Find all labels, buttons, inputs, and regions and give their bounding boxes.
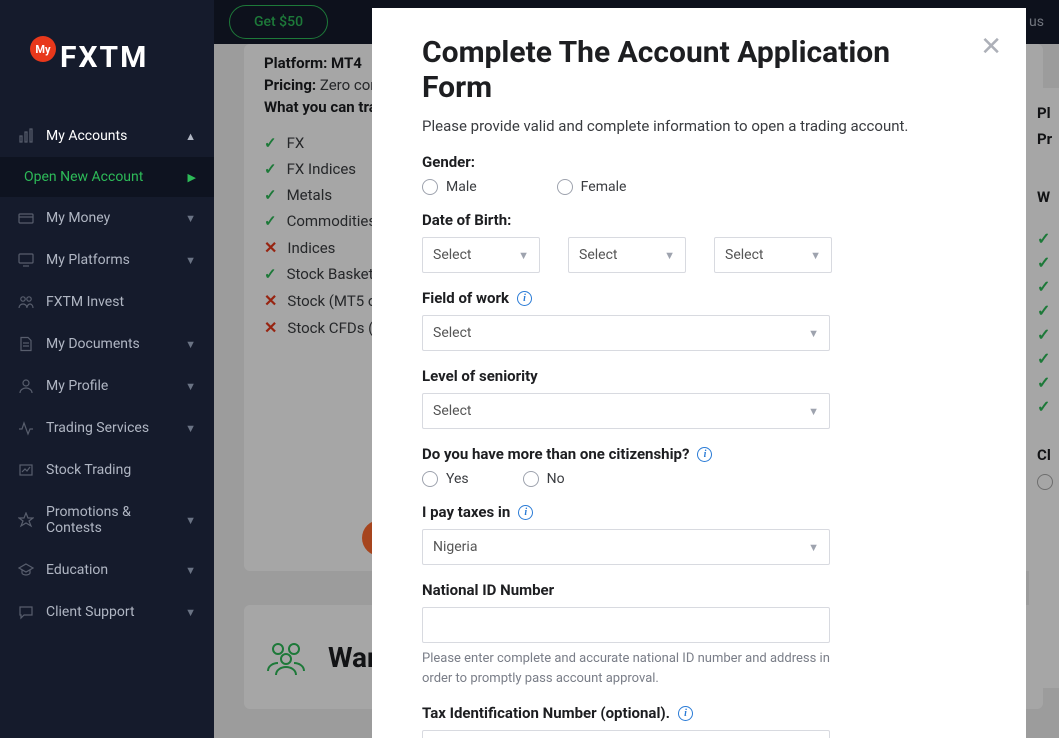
taxes-label: I pay taxes in i <box>422 503 976 521</box>
national-id-group: National ID Number Please enter complete… <box>422 581 976 688</box>
monitor-icon <box>18 252 34 268</box>
chevron-down-icon: ▼ <box>185 422 196 435</box>
modal-subtitle: Please provide valid and complete inform… <box>422 117 976 135</box>
sidebar-item-client-support[interactable]: Client Support ▼ <box>0 591 214 633</box>
sidebar-item-label: Stock Trading <box>46 462 131 478</box>
sidebar-item-label: FXTM Invest <box>46 294 124 310</box>
chevron-down-icon: ▼ <box>185 564 196 577</box>
field-of-work-select[interactable]: Select ▼ <box>422 315 830 351</box>
citizenship-no-radio[interactable]: No <box>523 471 565 487</box>
chevron-down-icon: ▼ <box>808 405 819 418</box>
dob-day-select[interactable]: Select ▼ <box>422 237 540 273</box>
dob-month-select[interactable]: Select ▼ <box>568 237 686 273</box>
star-icon <box>18 512 34 528</box>
sidebar-item-my-documents[interactable]: My Documents ▼ <box>0 323 214 365</box>
tin-group: Tax Identification Number (optional). i <box>422 704 976 738</box>
info-icon[interactable]: i <box>678 706 693 721</box>
info-icon[interactable]: i <box>518 505 533 520</box>
sidebar-item-label: My Money <box>46 210 110 226</box>
sidebar-item-label: My Accounts <box>46 128 127 144</box>
sidebar-item-trading-services[interactable]: Trading Services ▼ <box>0 407 214 449</box>
radio-icon <box>422 179 438 195</box>
sidebar-item-label: Client Support <box>46 604 135 620</box>
chevron-down-icon: ▼ <box>808 327 819 340</box>
sidebar-item-my-money[interactable]: My Money ▼ <box>0 197 214 239</box>
user-icon <box>18 378 34 394</box>
chat-icon <box>18 604 34 620</box>
chevron-down-icon: ▼ <box>810 249 821 262</box>
seniority-label: Level of seniority <box>422 367 976 385</box>
pulse-icon <box>18 420 34 436</box>
chevron-down-icon: ▼ <box>808 541 819 554</box>
tin-label: Tax Identification Number (optional). i <box>422 704 976 722</box>
dob-year-select[interactable]: Select ▼ <box>714 237 832 273</box>
chevron-down-icon: ▼ <box>185 514 196 527</box>
citizenship-group: Do you have more than one citizenship? i… <box>422 445 976 487</box>
info-icon[interactable]: i <box>697 447 712 462</box>
radio-icon <box>523 471 539 487</box>
logo-badge: My <box>30 36 56 62</box>
sidebar-item-label: Open New Account <box>24 169 143 185</box>
tin-input[interactable] <box>422 730 830 738</box>
logo: My FXTM <box>0 10 214 115</box>
stock-icon <box>18 462 34 478</box>
sidebar: My FXTM My Accounts ▲ Open New Account ▶… <box>0 0 214 738</box>
sidebar-item-open-new-account[interactable]: Open New Account ▶ <box>0 157 214 197</box>
document-icon <box>18 336 34 352</box>
chart-icon <box>18 128 34 144</box>
sidebar-item-label: My Documents <box>46 336 140 352</box>
chevron-down-icon: ▼ <box>185 212 196 225</box>
people-icon <box>18 294 34 310</box>
radio-icon <box>422 471 438 487</box>
national-id-label: National ID Number <box>422 581 976 599</box>
sidebar-item-label: Trading Services <box>46 420 149 436</box>
citizenship-label: Do you have more than one citizenship? i <box>422 445 976 463</box>
sidebar-item-label: My Profile <box>46 378 108 394</box>
chevron-down-icon: ▼ <box>185 380 196 393</box>
dob-group: Date of Birth: Select ▼ Select ▼ Select … <box>422 211 976 273</box>
national-id-input[interactable] <box>422 607 830 643</box>
chevron-down-icon: ▼ <box>185 254 196 267</box>
seniority-group: Level of seniority Select ▼ <box>422 367 976 429</box>
chevron-right-icon: ▶ <box>188 171 196 184</box>
citizenship-yes-radio[interactable]: Yes <box>422 471 469 487</box>
sidebar-item-label: My Platforms <box>46 252 130 268</box>
field-of-work-label: Field of work i <box>422 289 976 307</box>
sidebar-item-my-accounts[interactable]: My Accounts ▲ <box>0 115 214 157</box>
gender-label: Gender: <box>422 153 976 171</box>
sidebar-item-my-profile[interactable]: My Profile ▼ <box>0 365 214 407</box>
chevron-down-icon: ▼ <box>185 338 196 351</box>
taxes-group: I pay taxes in i Nigeria ▼ <box>422 503 976 565</box>
sidebar-item-label: Promotions & Contests <box>46 504 173 536</box>
seniority-select[interactable]: Select ▼ <box>422 393 830 429</box>
sidebar-item-promotions[interactable]: Promotions & Contests ▼ <box>0 491 214 549</box>
dob-label: Date of Birth: <box>422 211 976 229</box>
info-icon[interactable]: i <box>517 291 532 306</box>
gender-male-radio[interactable]: Male <box>422 179 477 195</box>
radio-icon <box>557 179 573 195</box>
sidebar-item-label: Education <box>46 562 108 578</box>
gender-female-radio[interactable]: Female <box>557 179 627 195</box>
close-icon[interactable]: ✕ <box>980 32 1002 62</box>
chevron-down-icon: ▼ <box>664 249 675 262</box>
field-of-work-group: Field of work i Select ▼ <box>422 289 976 351</box>
graduation-icon <box>18 562 34 578</box>
sidebar-item-stock-trading[interactable]: Stock Trading <box>0 449 214 491</box>
chevron-down-icon: ▼ <box>185 606 196 619</box>
sidebar-item-fxtm-invest[interactable]: FXTM Invest <box>0 281 214 323</box>
sidebar-item-education[interactable]: Education ▼ <box>0 549 214 591</box>
sidebar-item-my-platforms[interactable]: My Platforms ▼ <box>0 239 214 281</box>
chevron-down-icon: ▼ <box>518 249 529 262</box>
modal-title: Complete The Account Application Form <box>422 36 902 105</box>
chevron-up-icon: ▲ <box>185 130 196 143</box>
taxes-select[interactable]: Nigeria ▼ <box>422 529 830 565</box>
card-icon <box>18 210 34 226</box>
national-id-help: Please enter complete and accurate natio… <box>422 649 830 688</box>
gender-group: Gender: Male Female <box>422 153 976 195</box>
application-form-modal: ✕ Complete The Account Application Form … <box>372 8 1026 738</box>
logo-text: FXTM <box>60 40 148 75</box>
